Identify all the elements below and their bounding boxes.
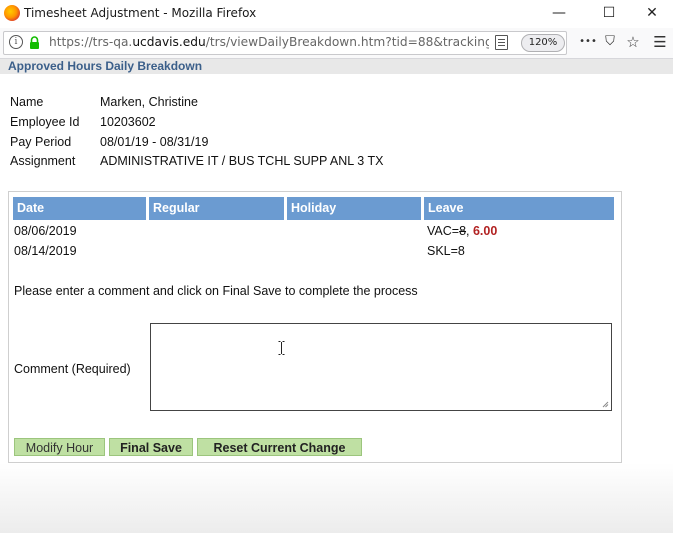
column-header-holiday: Holiday (287, 197, 421, 220)
column-header-leave: Leave (424, 197, 614, 220)
resize-grip-icon[interactable] (602, 401, 609, 408)
url-bar[interactable]: i https://trs-qa.ucdavis.edu/trs/viewDai… (3, 31, 567, 55)
comment-label: Comment (Required) (14, 362, 131, 376)
info-icon[interactable]: i (9, 35, 23, 49)
row1-leave-new: 6.00 (472, 224, 498, 238)
row2-date: 08/14/2019 (14, 244, 77, 258)
url-text[interactable]: https://trs-qa.ucdavis.edu/trs/viewDaily… (49, 35, 489, 49)
zoom-indicator[interactable]: 120% (521, 34, 565, 52)
lock-icon[interactable] (29, 36, 40, 49)
text-cursor-icon (278, 341, 285, 355)
pocket-icon[interactable]: ⛉ (600, 34, 620, 50)
employee-id-label: Employee Id (10, 115, 80, 129)
row2-leave: SKL=8 (427, 244, 465, 258)
row1-leave-sep: , (466, 224, 473, 238)
column-header-date: Date (13, 197, 146, 220)
firefox-logo-icon (4, 5, 20, 21)
window-title: Timesheet Adjustment - Mozilla Firefox (24, 6, 257, 20)
close-button[interactable]: ✕ (629, 0, 673, 28)
pay-period-value: 08/01/19 - 08/31/19 (100, 135, 209, 149)
reset-current-change-button[interactable]: Reset Current Change (197, 438, 362, 456)
maximize-button[interactable]: ☐ (586, 0, 632, 28)
bookmark-star-icon[interactable]: ☆ (623, 34, 643, 50)
assignment-value: ADMINISTRATIVE IT / BUS TCHL SUPP ANL 3 … (100, 154, 384, 168)
name-label: Name (10, 95, 44, 109)
assignment-label: Assignment (10, 154, 76, 168)
row1-date: 08/06/2019 (14, 224, 77, 238)
reader-view-icon[interactable] (495, 35, 508, 50)
row1-leave-type: VAC= (427, 224, 460, 238)
navigation-bar: i https://trs-qa.ucdavis.edu/trs/viewDai… (0, 28, 673, 59)
pay-period-label: Pay Period (10, 135, 72, 149)
employee-id-value: 10203602 (100, 115, 156, 129)
row1-leave: VAC=8, 6.00 (427, 224, 497, 238)
title-bar: Timesheet Adjustment - Mozilla Firefox —… (0, 0, 673, 28)
minimize-button[interactable]: — (536, 0, 582, 28)
breakdown-panel: Date Regular Holiday Leave 08/06/2019 VA… (8, 191, 622, 463)
instruction-text: Please enter a comment and click on Fina… (14, 284, 418, 298)
final-save-button[interactable]: Final Save (109, 438, 193, 456)
page-title: Approved Hours Daily Breakdown (8, 59, 203, 73)
comment-textarea[interactable] (150, 323, 612, 411)
more-actions-icon[interactable]: ••• (578, 34, 598, 50)
column-header-regular: Regular (149, 197, 284, 220)
page-header: Approved Hours Daily Breakdown (0, 59, 673, 74)
page-content: Approved Hours Daily Breakdown Name Mark… (0, 59, 673, 533)
name-value: Marken, Christine (100, 95, 198, 109)
menu-icon[interactable]: ☰ (650, 34, 670, 50)
page-bottom-area (0, 463, 673, 533)
modify-hour-button[interactable]: Modify Hour (14, 438, 105, 456)
row1-leave-old: 8 (459, 224, 467, 238)
